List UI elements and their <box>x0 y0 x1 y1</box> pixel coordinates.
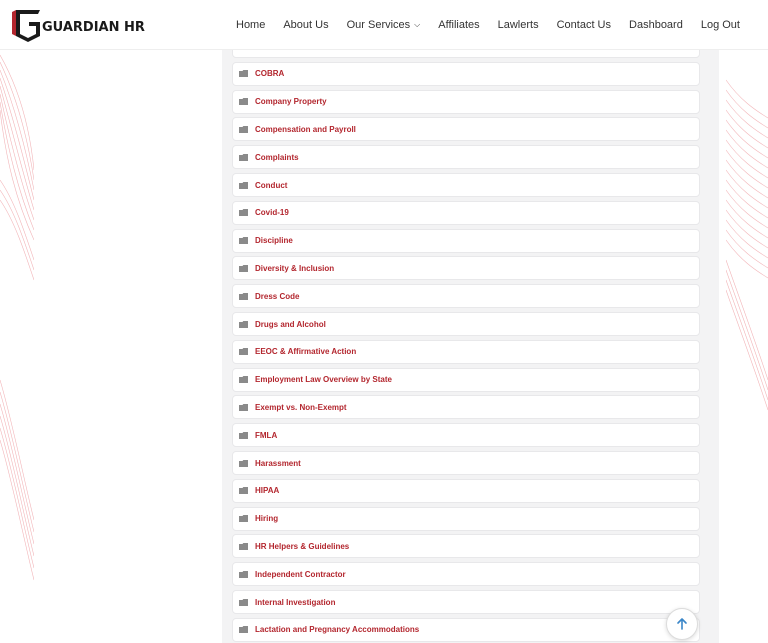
folder-icon <box>239 264 248 272</box>
topic-item[interactable]: Compensation and Payroll <box>232 117 700 142</box>
folder-icon <box>239 292 248 300</box>
topic-item-label: Discipline <box>255 236 293 246</box>
nav-contact-us-label: Contact Us <box>556 19 612 31</box>
topic-item[interactable]: Drugs and Alcohol <box>232 312 700 336</box>
topic-item[interactable]: Lactation and Pregnancy Accommodations <box>232 617 700 642</box>
topic-item[interactable]: Dress Code <box>232 284 700 309</box>
topic-item-label: Exempt vs. Non-Exempt <box>255 402 347 412</box>
folder-icon <box>239 598 248 606</box>
folder-icon <box>239 181 248 189</box>
folder-icon <box>239 348 248 356</box>
topic-item[interactable]: Employment Law Overview by State <box>232 367 700 392</box>
nav-home[interactable]: Home <box>236 19 265 31</box>
topic-item-label: Harassment <box>255 458 301 468</box>
folder-icon <box>239 237 248 245</box>
topic-item-label: COBRA <box>255 69 285 79</box>
topic-item[interactable]: Internal Investigation <box>232 590 700 614</box>
folder-icon <box>239 209 248 217</box>
folder-icon <box>239 515 248 523</box>
topic-item[interactable]: COBRA <box>232 61 700 86</box>
folder-icon <box>239 125 248 133</box>
nav-dashboard[interactable]: Dashboard <box>629 19 683 31</box>
topic-item-label: Compensation and Payroll <box>255 124 356 134</box>
folder-icon <box>239 70 248 78</box>
topic-item-label: EEOC & Affirmative Action <box>255 347 357 357</box>
topic-item[interactable]: EEOC & Affirmative Action <box>232 339 700 364</box>
folder-icon <box>239 542 248 550</box>
folder-icon <box>239 487 248 495</box>
nav-lawlerts[interactable]: Lawlerts <box>498 19 539 31</box>
nav-affiliates[interactable]: Affiliates <box>438 19 479 31</box>
nav-affiliates-label: Affiliates <box>438 19 480 31</box>
topic-item[interactable]: Harassment <box>232 451 700 475</box>
nav-log-out[interactable]: Log Out <box>701 19 740 31</box>
folder-icon <box>239 431 248 439</box>
folder-icon <box>239 403 248 411</box>
brand-name: GUARDIAN HR <box>42 20 145 35</box>
nav-home-label: Home <box>236 19 266 31</box>
topic-item-label: Hiring <box>255 514 279 524</box>
topic-item[interactable]: FMLA <box>232 423 700 448</box>
scroll-to-top-button[interactable] <box>666 608 698 640</box>
topic-item-label: HR Helpers & Guidelines <box>255 541 350 551</box>
main-nav: Home About Us Our Services ⌵ Affiliates L… <box>236 0 758 50</box>
topic-item-label: Company Property <box>255 97 327 107</box>
topic-item[interactable]: Hiring <box>232 506 700 531</box>
topic-item[interactable]: Complaints <box>232 145 700 170</box>
topic-item[interactable]: Discipline <box>232 228 700 253</box>
topic-item[interactable]: Conduct <box>232 173 700 197</box>
topic-item-label: Diversity & Inclusion <box>255 263 335 273</box>
brand-logo[interactable]: GUARDIAN HR <box>8 4 145 44</box>
folder-icon <box>239 98 248 106</box>
nav-our-services[interactable]: Our Services ⌵ <box>347 19 421 31</box>
folder-icon <box>239 153 248 161</box>
arrow-up-icon <box>677 618 687 630</box>
topic-item-label: Internal Investigation <box>255 597 336 607</box>
topic-item[interactable]: HIPAA <box>232 478 700 503</box>
topic-item-label: Conduct <box>255 180 288 190</box>
topic-item[interactable]: Diversity & Inclusion <box>232 256 700 281</box>
nav-contact-us[interactable]: Contact Us <box>557 19 611 31</box>
nav-lawlerts-label: Lawlerts <box>497 19 539 31</box>
topic-item-label: Lactation and Pregnancy Accommodations <box>255 625 420 635</box>
folder-icon <box>239 626 248 634</box>
topic-item[interactable]: Exempt vs. Non-Exempt <box>232 395 700 420</box>
topic-item[interactable]: Covid-19 <box>232 200 700 225</box>
folder-icon <box>239 320 248 328</box>
topic-item-label: Covid-19 <box>255 208 289 218</box>
folder-icon <box>239 459 248 467</box>
topic-item-label: HIPAA <box>255 486 280 496</box>
topic-item[interactable]: HR Helpers & Guidelines <box>232 534 700 559</box>
topic-item-label: Dress Code <box>255 291 300 301</box>
nav-our-services-label: Our Services <box>346 19 411 31</box>
topic-item[interactable]: Independent Contractor <box>232 562 700 587</box>
topic-item-label: Complaints <box>255 152 299 162</box>
folder-icon <box>239 376 248 384</box>
topic-item-label: Drugs and Alcohol <box>255 319 326 329</box>
folder-icon <box>239 570 248 578</box>
chevron-down-icon: ⌵ <box>414 20 421 29</box>
topic-item-label: FMLA <box>255 430 278 440</box>
nav-about-us-label: About Us <box>283 19 329 31</box>
topic-item-label: Independent Contractor <box>255 569 346 579</box>
site-header: GUARDIAN HR Home About Us Our Services ⌵ … <box>0 0 768 50</box>
nav-log-out-label: Log Out <box>700 19 740 31</box>
topic-item-label: Employment Law Overview by State <box>255 375 392 385</box>
nav-about-us[interactable]: About Us <box>283 19 328 31</box>
nav-dashboard-label: Dashboard <box>629 19 683 31</box>
topic-item[interactable]: Company Property <box>232 89 700 114</box>
